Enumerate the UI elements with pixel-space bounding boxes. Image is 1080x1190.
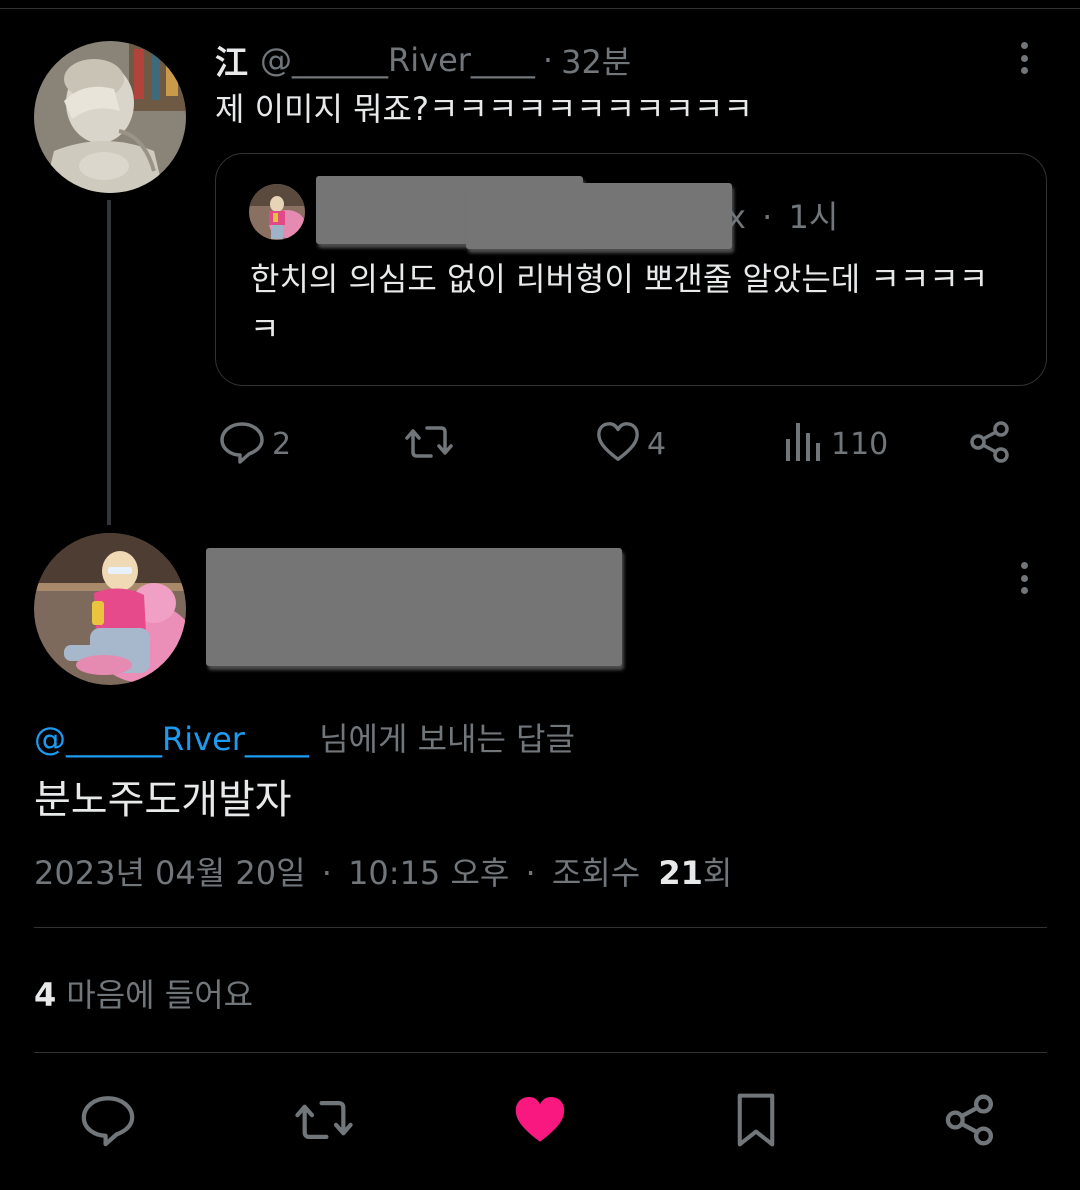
- quoted-time: 1시: [788, 198, 839, 236]
- views-icon: [783, 419, 825, 469]
- divider: [34, 927, 1047, 928]
- main-tweet-text: 분노주도개발자: [34, 777, 292, 823]
- separator-dot: ·: [525, 854, 536, 892]
- separator-dot: ·: [762, 198, 773, 236]
- like-count: 4: [647, 426, 667, 462]
- retweet-icon: [292, 1091, 356, 1153]
- main-more-icon[interactable]: [1009, 558, 1039, 598]
- reply-button[interactable]: [76, 1090, 140, 1154]
- quoted-tweet-text: 한치의 의심도 없이 리버형이 뽀갠줄 알았는데 ㅋㅋㅋㅋㅋ: [250, 260, 989, 348]
- parent-timestamp[interactable]: 32분: [561, 37, 631, 83]
- separator-dot: ·: [321, 854, 332, 892]
- parent-more-icon[interactable]: [1009, 38, 1039, 78]
- views-button[interactable]: 110: [783, 420, 888, 468]
- quoted-avatar: [249, 184, 305, 240]
- reply-icon: [218, 418, 266, 470]
- share-button[interactable]: [968, 420, 1012, 468]
- retweet-icon: [403, 418, 455, 470]
- share-button[interactable]: [938, 1090, 1002, 1154]
- likes-summary[interactable]: 4 마음에 들어요: [34, 970, 253, 1016]
- parent-handle[interactable]: @______River____: [260, 41, 535, 79]
- replying-to-suffix: 님에게 보내는 답글: [308, 720, 575, 758]
- separator-dot: ·: [542, 41, 554, 79]
- like-icon: [595, 419, 641, 469]
- tweet-meta: 2023년 04월 20일 · 10:15 오후 · 조회수 21회: [34, 848, 732, 894]
- reply-count: 2: [272, 426, 292, 462]
- retweet-button[interactable]: [403, 420, 461, 468]
- parent-tweet-header: 江 @______River____ · 32분: [215, 38, 631, 82]
- reply-author-redaction: [206, 548, 622, 666]
- thread-line: [107, 200, 111, 525]
- quoted-handle-redaction: [466, 183, 732, 249]
- quoted-timestamp: x · 1시: [727, 192, 838, 238]
- bookmark-icon: [732, 1091, 780, 1153]
- bookmark-button[interactable]: [724, 1090, 788, 1154]
- replying-to-mention[interactable]: @______River____: [34, 720, 309, 758]
- reply-button[interactable]: 2: [218, 420, 291, 468]
- share-icon: [943, 1093, 997, 1151]
- top-divider: [0, 8, 1080, 9]
- like-button[interactable]: 4: [595, 420, 666, 468]
- quoted-handle-tail: x: [727, 198, 746, 236]
- views-unit: 회: [702, 854, 733, 892]
- views-label: 조회수: [551, 854, 641, 892]
- retweet-button[interactable]: [292, 1090, 356, 1154]
- reply-icon: [79, 1091, 137, 1153]
- parent-display-name[interactable]: 江: [215, 36, 248, 84]
- share-icon: [968, 420, 1012, 468]
- parent-action-bar: 2 4 110: [218, 420, 1018, 468]
- tweet-time[interactable]: 10:15 오후: [348, 854, 509, 892]
- like-button[interactable]: [508, 1090, 572, 1154]
- parent-avatar[interactable]: [34, 41, 186, 193]
- divider: [34, 1052, 1047, 1053]
- views-count: 110: [831, 426, 889, 462]
- likes-count: 4: [34, 976, 57, 1014]
- views-count: 21: [658, 854, 703, 892]
- replying-to-line: @______River____ 님에게 보내는 답글: [34, 714, 575, 760]
- likes-label: 마음에 들어요: [66, 976, 254, 1014]
- main-avatar[interactable]: [34, 533, 186, 685]
- parent-tweet-text: 제 이미지 뭐죠?ㅋㅋㅋㅋㅋㅋㅋㅋㅋㅋㅋ: [215, 90, 753, 128]
- like-filled-icon: [511, 1091, 569, 1153]
- tweet-date[interactable]: 2023년 04월 20일: [34, 854, 306, 892]
